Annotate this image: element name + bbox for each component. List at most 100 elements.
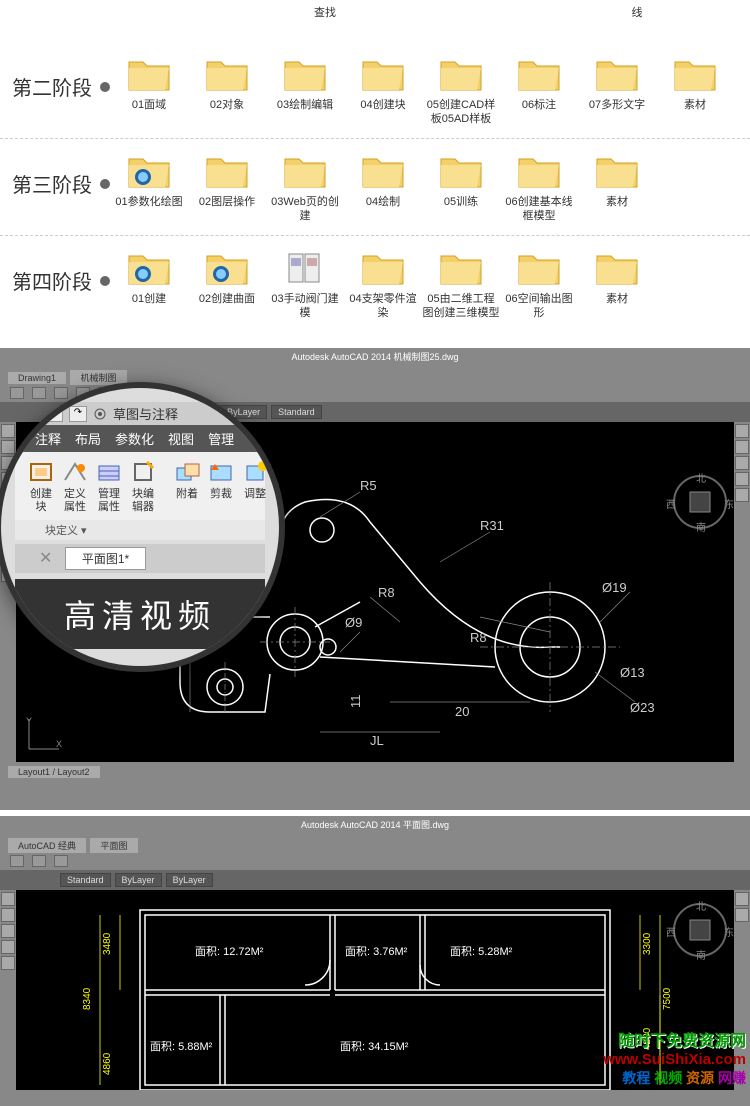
drawing-canvas[interactable]: 面积: 12.72M² 面积: 3.76M² 面积: 5.28M² 面积: 5.…	[0, 890, 750, 1090]
folder-icon	[203, 54, 251, 94]
folder-item[interactable]: 查找	[286, 2, 364, 20]
folder-label: 05创建CAD样板05AD样板	[422, 98, 500, 126]
svg-text:面积: 3.76M²: 面积: 3.76M²	[345, 945, 408, 958]
ribbon-button[interactable]: 定义属性	[59, 458, 91, 514]
compass-east: 东	[724, 496, 734, 511]
doc-tabs: Drawing1 机械制图	[0, 368, 750, 384]
folder-list: 01面域02对象03绘制编辑04创建块05创建CAD样板05AD样板06标注07…	[110, 52, 750, 128]
folder-item[interactable]: 05创建CAD样板05AD样板	[422, 54, 500, 126]
ribbon-tab[interactable]: 管理	[208, 429, 234, 448]
tool-icon[interactable]	[1, 924, 15, 938]
drawing-canvas[interactable]: R5 R31 R8 R8 Ø9 Ø19 Ø13 Ø23 20 11 JL 8 北	[0, 422, 750, 762]
folder-label: 02创建曲面	[188, 292, 266, 306]
svg-text:R31: R31	[480, 518, 504, 533]
panel-title[interactable]: 块定义 ▾	[15, 520, 265, 540]
workspace-label[interactable]: 草图与注释	[113, 404, 178, 423]
ribbon-button[interactable]: 调整	[239, 458, 271, 514]
folder-icon	[515, 54, 563, 94]
tool-icon[interactable]	[54, 855, 68, 867]
svg-text:JL: JL	[370, 733, 384, 748]
dropdown[interactable]: ByLayer	[115, 873, 162, 887]
folder-item[interactable]: 04创建块	[344, 54, 422, 126]
folder-label: 03手动阀门建模	[266, 292, 344, 320]
tool-icon[interactable]	[54, 387, 68, 399]
folder-item[interactable]: 03绘制编辑	[266, 54, 344, 126]
folder-item[interactable]: 01创建	[110, 248, 188, 320]
folder-item[interactable]: 05由二维工程图创建三维模型	[422, 248, 500, 320]
tool-icon[interactable]	[32, 387, 46, 399]
watermark-text: 高清视频	[15, 579, 265, 649]
close-icon[interactable]: ✕	[39, 550, 52, 567]
folder-item[interactable]: 02创建曲面	[188, 248, 266, 320]
ucs-icon: X Y	[24, 714, 64, 754]
redo-icon[interactable]: ↷	[69, 406, 87, 422]
gear-icon[interactable]	[93, 407, 107, 421]
left-toolbox	[0, 890, 16, 1090]
layout-tab[interactable]: Layout1 / Layout2	[8, 766, 100, 778]
folder-item[interactable]: 06空间输出图形	[500, 248, 578, 320]
ribbon-button[interactable]: 块编辑器	[127, 458, 159, 514]
watermark-url: www.SuiShiXia.com	[603, 1051, 746, 1068]
tool-icon[interactable]	[1, 940, 15, 954]
folder-item[interactable]: 05训练	[422, 151, 500, 223]
tool-icon[interactable]	[10, 855, 24, 867]
dropdown[interactable]: Standard	[271, 405, 322, 419]
folder-item[interactable]: 03Web页的创建	[266, 151, 344, 223]
ribbon-icon	[205, 458, 237, 486]
ribbon-tab[interactable]: 参数化	[115, 429, 154, 448]
folder-item[interactable]: 01面域	[110, 54, 188, 126]
tool-icon[interactable]	[1, 956, 15, 970]
view-cube[interactable]: 北 南 东 西	[670, 900, 730, 960]
doc-tab[interactable]: 平面图1*	[65, 547, 146, 570]
svg-text:面积: 5.88M²: 面积: 5.88M²	[150, 1040, 213, 1053]
doc-tab-bar: ✕ 平面图1*	[15, 544, 265, 573]
folder-item[interactable]: 02对象	[188, 54, 266, 126]
tool-icon[interactable]	[1, 892, 15, 906]
folder-item[interactable]: 素材	[578, 151, 656, 223]
stage-row-4: 第四阶段 01创建02创建曲面03手动阀门建模04支架零件渲染05由二维工程图创…	[0, 236, 750, 332]
compass-south: 南	[696, 519, 706, 534]
folder-label: 06空间输出图形	[500, 292, 578, 320]
folder-label: 查找	[286, 6, 364, 20]
folder-label: 07多形文字	[578, 98, 656, 112]
tool-icon[interactable]	[32, 855, 46, 867]
dropdown[interactable]: ByLayer	[166, 873, 213, 887]
folder-item[interactable]: 线	[598, 2, 676, 20]
ribbon-button[interactable]: 剪裁	[205, 458, 237, 514]
doc-tab[interactable]: 平面图	[90, 838, 137, 853]
ribbon-label: 剪裁	[205, 488, 237, 501]
folder-item[interactable]: 04绘制	[344, 151, 422, 223]
folder-item[interactable]: 素材	[656, 54, 734, 126]
svg-text:R5: R5	[360, 478, 377, 493]
ribbon-tab[interactable]: 视图	[168, 429, 194, 448]
folder-item[interactable]: 06创建基本线框模型	[500, 151, 578, 223]
view-cube[interactable]: 北 南 东 西	[670, 472, 730, 532]
tool-icon[interactable]	[1, 440, 15, 454]
dropdown[interactable]: Standard	[60, 873, 111, 887]
tool-icon[interactable]	[10, 387, 24, 399]
watermark-tags: 教程 视频 资源 网赚	[603, 1068, 746, 1088]
folder-icon	[281, 248, 329, 288]
folder-item[interactable]: 07多形文字	[578, 54, 656, 126]
folder-item[interactable]: 素材	[578, 248, 656, 320]
svg-text:Y: Y	[26, 716, 32, 726]
doc-tab[interactable]: AutoCAD 经典	[8, 838, 86, 853]
folder-item[interactable]: 04支架零件渲染	[344, 248, 422, 320]
stage-dot-icon	[100, 179, 110, 189]
svg-text:4860: 4860	[102, 1052, 113, 1075]
folder-item[interactable]: 01参数化绘图	[110, 151, 188, 223]
tool-icon[interactable]	[1, 424, 15, 438]
ribbon-tab[interactable]: 注释	[35, 429, 61, 448]
folder-item[interactable]: 06标注	[500, 54, 578, 126]
compass-west: 西	[666, 496, 676, 511]
ribbon-button[interactable]: 创建块	[25, 458, 57, 514]
doc-tab[interactable]: Drawing1	[8, 372, 66, 384]
ribbon-button[interactable]: 管理属性	[93, 458, 125, 514]
ribbon-tab[interactable]: 布局	[75, 429, 101, 448]
tool-icon[interactable]	[1, 908, 15, 922]
stage-row-2: 第二阶段 01面域02对象03绘制编辑04创建块05创建CAD样板05AD样板0…	[0, 42, 750, 139]
folder-item[interactable]: 02图层操作	[188, 151, 266, 223]
folder-item[interactable]: 03手动阀门建模	[266, 248, 344, 320]
folder-section: 第二阶段 01面域02对象03绘制编辑04创建块05创建CAD样板05AD样板0…	[0, 32, 750, 342]
ribbon-button[interactable]: 附着	[171, 458, 203, 514]
